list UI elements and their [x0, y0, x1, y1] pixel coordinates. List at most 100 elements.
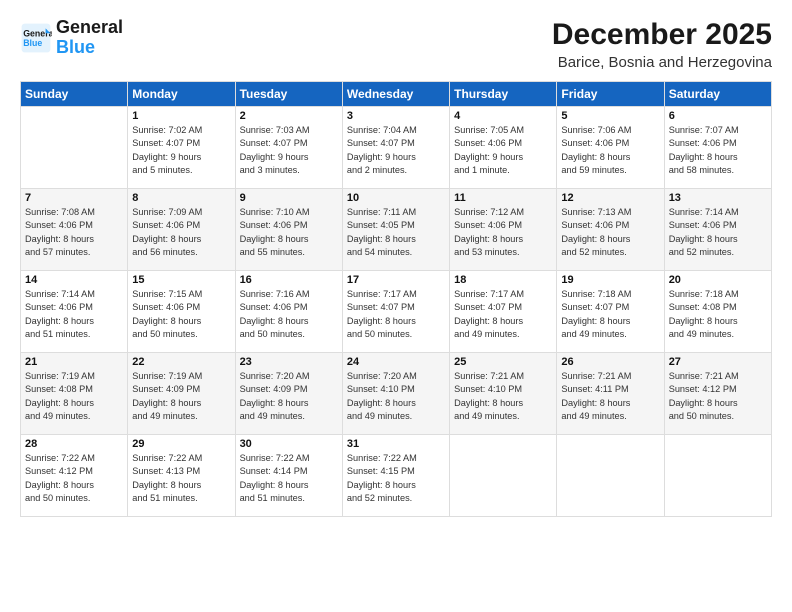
calendar-week-4: 21Sunrise: 7:19 AM Sunset: 4:08 PM Dayli…	[21, 353, 772, 435]
header: General Blue General Blue December 2025 …	[20, 18, 772, 71]
day-info: Sunrise: 7:14 AM Sunset: 4:06 PM Dayligh…	[25, 288, 123, 341]
day-number: 2	[240, 110, 338, 122]
day-number: 22	[132, 356, 230, 368]
calendar-cell	[664, 435, 771, 517]
calendar-header-thursday: Thursday	[450, 82, 557, 107]
day-number: 18	[454, 274, 552, 286]
calendar-cell: 16 Sunrise: 7:16 AM Sunset: 4:06 PM Dayli…	[235, 271, 342, 353]
day-number: 13	[669, 192, 767, 204]
day-info: Sunrise: 7:16 AM Sunset: 4:06 PM Dayligh…	[240, 288, 338, 341]
calendar-header-friday: Friday	[557, 82, 664, 107]
day-info: Sunrise: 7:20 AM Sunset: 4:10 PM Dayligh…	[347, 370, 445, 423]
calendar-cell: 5 Sunrise: 7:06 AM Sunset: 4:06 PM Daylig…	[557, 107, 664, 189]
calendar-cell: 25Sunrise: 7:21 AM Sunset: 4:10 PM Dayli…	[450, 353, 557, 435]
calendar-cell: 31 Sunrise: 7:22 AM Sunset: 4:15 PM Dayli…	[342, 435, 449, 517]
calendar-cell	[21, 107, 128, 189]
day-info: Sunrise: 7:21 AM Sunset: 4:12 PM Dayligh…	[669, 370, 767, 423]
day-number: 11	[454, 192, 552, 204]
day-number: 16	[240, 274, 338, 286]
day-info: Sunrise: 7:07 AM Sunset: 4:06 PM Dayligh…	[669, 124, 767, 177]
calendar-cell: 28Sunrise: 7:22 AM Sunset: 4:12 PM Dayli…	[21, 435, 128, 517]
day-number: 1	[132, 110, 230, 122]
calendar-cell: 19Sunrise: 7:18 AM Sunset: 4:07 PM Dayli…	[557, 271, 664, 353]
day-number: 9	[240, 192, 338, 204]
title-block: December 2025 Barice, Bosnia and Herzego…	[552, 18, 772, 71]
day-number: 12	[561, 192, 659, 204]
calendar-cell: 29 Sunrise: 7:22 AM Sunset: 4:13 PM Dayli…	[128, 435, 235, 517]
calendar-header-saturday: Saturday	[664, 82, 771, 107]
day-number: 29	[132, 438, 230, 450]
day-info: Sunrise: 7:09 AM Sunset: 4:06 PM Dayligh…	[132, 206, 230, 259]
calendar-cell: 20Sunrise: 7:18 AM Sunset: 4:08 PM Dayli…	[664, 271, 771, 353]
calendar-header-row: SundayMondayTuesdayWednesdayThursdayFrid…	[21, 82, 772, 107]
calendar-header-monday: Monday	[128, 82, 235, 107]
day-number: 17	[347, 274, 445, 286]
day-number: 21	[25, 356, 123, 368]
calendar-cell: 1Sunrise: 7:02 AM Sunset: 4:07 PM Daylig…	[128, 107, 235, 189]
day-info: Sunrise: 7:21 AM Sunset: 4:11 PM Dayligh…	[561, 370, 659, 423]
subtitle: Barice, Bosnia and Herzegovina	[552, 54, 772, 71]
calendar-cell: 24Sunrise: 7:20 AM Sunset: 4:10 PM Dayli…	[342, 353, 449, 435]
day-number: 28	[25, 438, 123, 450]
day-number: 4	[454, 110, 552, 122]
day-info: Sunrise: 7:10 AM Sunset: 4:06 PM Dayligh…	[240, 206, 338, 259]
day-number: 8	[132, 192, 230, 204]
calendar-cell: 13 Sunrise: 7:14 AM Sunset: 4:06 PM Dayli…	[664, 189, 771, 271]
calendar-cell: 22 Sunrise: 7:19 AM Sunset: 4:09 PM Dayli…	[128, 353, 235, 435]
calendar-cell: 7Sunrise: 7:08 AM Sunset: 4:06 PM Daylig…	[21, 189, 128, 271]
day-number: 5	[561, 110, 659, 122]
calendar-cell: 8 Sunrise: 7:09 AM Sunset: 4:06 PM Daylig…	[128, 189, 235, 271]
day-info: Sunrise: 7:06 AM Sunset: 4:06 PM Dayligh…	[561, 124, 659, 177]
page: General Blue General Blue December 2025 …	[0, 0, 792, 612]
day-info: Sunrise: 7:04 AM Sunset: 4:07 PM Dayligh…	[347, 124, 445, 177]
calendar-cell: 14 Sunrise: 7:14 AM Sunset: 4:06 PM Dayli…	[21, 271, 128, 353]
calendar-cell: 18 Sunrise: 7:17 AM Sunset: 4:07 PM Dayli…	[450, 271, 557, 353]
calendar-cell: 11 Sunrise: 7:12 AM Sunset: 4:06 PM Dayli…	[450, 189, 557, 271]
svg-text:Blue: Blue	[23, 38, 42, 48]
calendar-cell	[450, 435, 557, 517]
calendar-cell: 23 Sunrise: 7:20 AM Sunset: 4:09 PM Dayli…	[235, 353, 342, 435]
day-number: 31	[347, 438, 445, 450]
day-number: 25	[454, 356, 552, 368]
logo-text: General Blue	[56, 18, 123, 58]
svg-text:General: General	[23, 28, 52, 38]
calendar-cell: 6 Sunrise: 7:07 AM Sunset: 4:06 PM Daylig…	[664, 107, 771, 189]
day-info: Sunrise: 7:12 AM Sunset: 4:06 PM Dayligh…	[454, 206, 552, 259]
calendar-cell: 10 Sunrise: 7:11 AM Sunset: 4:05 PM Dayli…	[342, 189, 449, 271]
day-number: 14	[25, 274, 123, 286]
day-info: Sunrise: 7:17 AM Sunset: 4:07 PM Dayligh…	[347, 288, 445, 341]
calendar-cell: 30Sunrise: 7:22 AM Sunset: 4:14 PM Dayli…	[235, 435, 342, 517]
day-number: 23	[240, 356, 338, 368]
day-info: Sunrise: 7:20 AM Sunset: 4:09 PM Dayligh…	[240, 370, 338, 423]
day-number: 6	[669, 110, 767, 122]
logo: General Blue General Blue	[20, 18, 123, 58]
calendar-week-3: 14 Sunrise: 7:14 AM Sunset: 4:06 PM Dayli…	[21, 271, 772, 353]
day-number: 15	[132, 274, 230, 286]
logo-icon: General Blue	[20, 22, 52, 54]
day-number: 30	[240, 438, 338, 450]
calendar-cell: 15 Sunrise: 7:15 AM Sunset: 4:06 PM Dayli…	[128, 271, 235, 353]
calendar-week-2: 7Sunrise: 7:08 AM Sunset: 4:06 PM Daylig…	[21, 189, 772, 271]
calendar-week-1: 1Sunrise: 7:02 AM Sunset: 4:07 PM Daylig…	[21, 107, 772, 189]
day-info: Sunrise: 7:19 AM Sunset: 4:09 PM Dayligh…	[132, 370, 230, 423]
day-number: 20	[669, 274, 767, 286]
day-number: 10	[347, 192, 445, 204]
day-info: Sunrise: 7:11 AM Sunset: 4:05 PM Dayligh…	[347, 206, 445, 259]
day-info: Sunrise: 7:22 AM Sunset: 4:15 PM Dayligh…	[347, 452, 445, 505]
day-number: 7	[25, 192, 123, 204]
calendar-header-wednesday: Wednesday	[342, 82, 449, 107]
day-info: Sunrise: 7:17 AM Sunset: 4:07 PM Dayligh…	[454, 288, 552, 341]
calendar-week-5: 28Sunrise: 7:22 AM Sunset: 4:12 PM Dayli…	[21, 435, 772, 517]
calendar-cell: 26 Sunrise: 7:21 AM Sunset: 4:11 PM Dayli…	[557, 353, 664, 435]
calendar-cell: 21Sunrise: 7:19 AM Sunset: 4:08 PM Dayli…	[21, 353, 128, 435]
day-info: Sunrise: 7:14 AM Sunset: 4:06 PM Dayligh…	[669, 206, 767, 259]
day-number: 26	[561, 356, 659, 368]
day-info: Sunrise: 7:15 AM Sunset: 4:06 PM Dayligh…	[132, 288, 230, 341]
day-info: Sunrise: 7:22 AM Sunset: 4:13 PM Dayligh…	[132, 452, 230, 505]
main-title: December 2025	[552, 18, 772, 52]
calendar-cell: 12Sunrise: 7:13 AM Sunset: 4:06 PM Dayli…	[557, 189, 664, 271]
day-info: Sunrise: 7:05 AM Sunset: 4:06 PM Dayligh…	[454, 124, 552, 177]
calendar-cell: 4 Sunrise: 7:05 AM Sunset: 4:06 PM Daylig…	[450, 107, 557, 189]
calendar-header-tuesday: Tuesday	[235, 82, 342, 107]
calendar-cell: 3Sunrise: 7:04 AM Sunset: 4:07 PM Daylig…	[342, 107, 449, 189]
